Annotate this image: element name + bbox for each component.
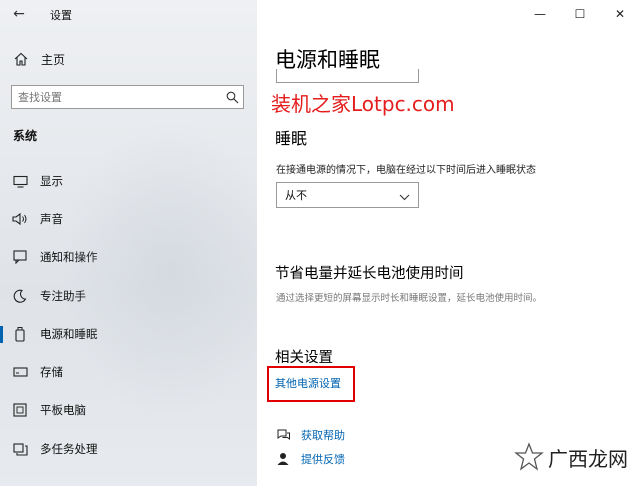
get-help-label: 获取帮助 bbox=[301, 429, 345, 442]
minimize-button[interactable]: — bbox=[520, 0, 560, 28]
sidebar-item-focus-assist[interactable]: 专注助手 bbox=[0, 277, 257, 315]
sidebar-item-label: 平板电脑 bbox=[40, 403, 86, 417]
close-button[interactable]: ✕ bbox=[600, 0, 640, 28]
speaker-icon bbox=[12, 211, 28, 227]
search-box[interactable] bbox=[11, 85, 244, 109]
window-controls: — ☐ ✕ bbox=[520, 0, 640, 28]
get-help-link[interactable]: 获取帮助 bbox=[275, 426, 345, 444]
tablet-icon bbox=[12, 402, 28, 418]
sidebar-item-storage[interactable]: 存储 bbox=[0, 353, 257, 391]
display-icon bbox=[12, 173, 28, 189]
chevron-down-icon bbox=[399, 186, 410, 205]
battery-heading: 节省电量并延长电池使用时间 bbox=[275, 266, 464, 282]
sidebar-item-tablet[interactable]: 平板电脑 bbox=[0, 391, 257, 429]
sidebar-item-label: 多任务处理 bbox=[40, 442, 98, 456]
feedback-link[interactable]: 提供反馈 bbox=[275, 450, 345, 468]
sleep-heading: 睡眠 bbox=[275, 129, 308, 148]
active-indicator bbox=[0, 326, 3, 343]
sidebar-item-label: 专注助手 bbox=[40, 289, 86, 303]
sidebar-item-sound[interactable]: 声音 bbox=[0, 200, 257, 238]
sleep-timeout-value: 从不 bbox=[285, 189, 307, 202]
moon-icon bbox=[12, 288, 28, 304]
sidebar-item-multitasking[interactable]: 多任务处理 bbox=[0, 430, 257, 468]
storage-icon bbox=[12, 364, 28, 380]
star-logo-icon bbox=[514, 442, 544, 471]
sidebar-item-display[interactable]: 显示 bbox=[0, 162, 257, 200]
feedback-icon bbox=[275, 451, 291, 467]
sidebar-item-label: 电源和睡眠 bbox=[40, 327, 98, 341]
related-settings-heading: 相关设置 bbox=[275, 350, 333, 366]
home-label: 主页 bbox=[41, 52, 66, 67]
sleep-timeout-select[interactable]: 从不 bbox=[276, 182, 419, 208]
sidebar-item-label: 存储 bbox=[40, 365, 63, 379]
notification-icon bbox=[12, 249, 28, 265]
window-title: 设置 bbox=[50, 9, 72, 22]
brand-watermark: 广西龙网 bbox=[514, 442, 628, 472]
watermark-text: 装机之家Lotpc.com bbox=[271, 92, 455, 116]
maximize-button[interactable]: ☐ bbox=[560, 0, 600, 28]
sidebar-item-label: 通知和操作 bbox=[40, 250, 98, 264]
help-icon bbox=[275, 427, 291, 443]
section-header: 系统 bbox=[13, 129, 38, 143]
home-nav[interactable]: 主页 bbox=[0, 46, 257, 72]
back-button[interactable]: ← bbox=[10, 5, 28, 23]
title-bar: ← 设置 bbox=[0, 0, 257, 28]
sidebar-item-label: 显示 bbox=[40, 174, 63, 188]
sidebar-item-label: 声音 bbox=[40, 212, 63, 226]
search-icon[interactable] bbox=[221, 86, 243, 108]
sidebar-item-notifications[interactable]: 通知和操作 bbox=[0, 238, 257, 276]
main-panel: — ☐ ✕ 电源和睡眠 装机之家Lotpc.com 睡眠 在接通电源的情况下，电… bbox=[257, 0, 640, 486]
battery-description: 通过选择更短的屏幕显示时长和睡眠设置，延长电池使用时间。 bbox=[276, 293, 543, 304]
brand-text: 广西龙网 bbox=[548, 446, 628, 471]
multitask-icon bbox=[12, 441, 28, 457]
sidebar: ← 设置 主页 系统 显示 声音 通知和操作 专 bbox=[0, 0, 257, 486]
sidebar-item-power-sleep[interactable]: 电源和睡眠 bbox=[0, 315, 257, 353]
screen-timeout-dropdown[interactable] bbox=[276, 69, 419, 83]
sleep-description: 在接通电源的情况下，电脑在经过以下时间后进入睡眠状态 bbox=[276, 165, 536, 176]
home-icon bbox=[13, 51, 29, 67]
additional-power-settings-link[interactable]: 其他电源设置 bbox=[275, 375, 341, 391]
feedback-label: 提供反馈 bbox=[301, 453, 345, 466]
search-input[interactable] bbox=[12, 90, 221, 104]
power-icon bbox=[12, 326, 28, 342]
